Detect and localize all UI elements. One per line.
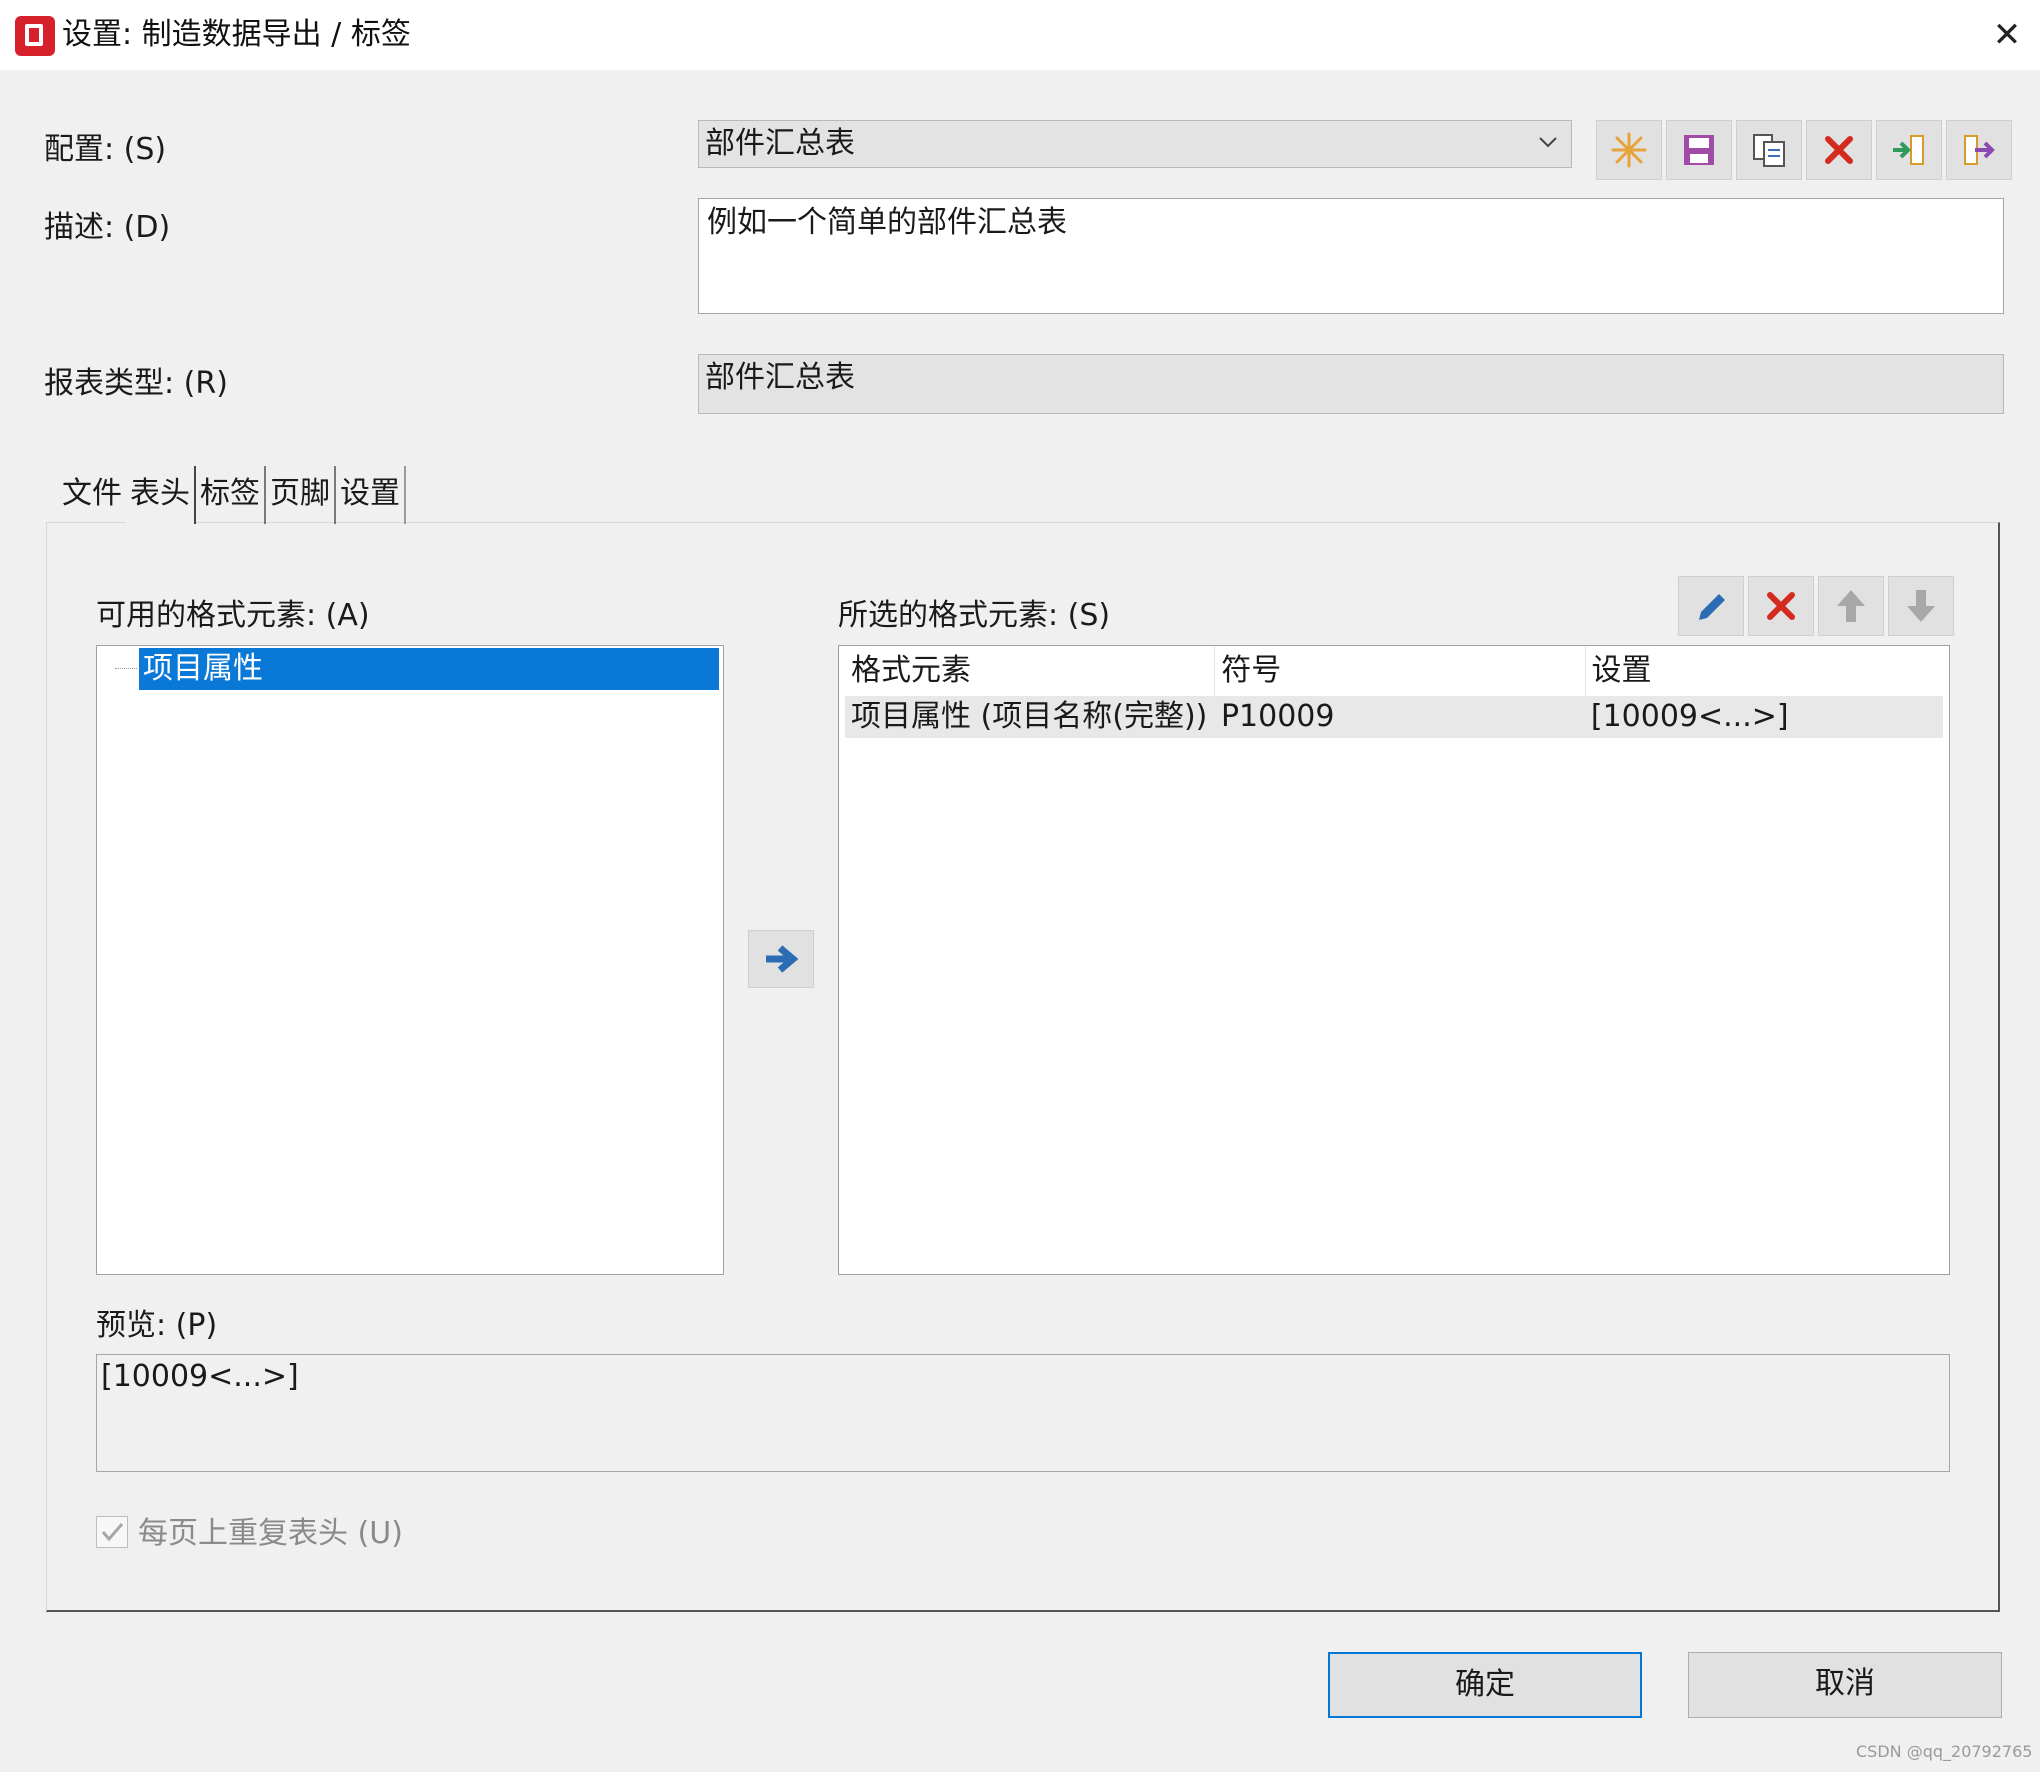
preview-box: [10009<...>] xyxy=(96,1354,1950,1472)
tree-connector xyxy=(115,668,137,669)
new-icon xyxy=(1611,132,1647,168)
watermark: CSDN @qq_20792765 xyxy=(1856,1742,2033,1761)
remove-element-button[interactable] xyxy=(1748,576,1814,636)
table-header: 格式元素 符号 设置 xyxy=(845,646,1943,696)
repeat-header-checkbox[interactable] xyxy=(96,1516,128,1548)
delete-config-button[interactable] xyxy=(1806,120,1872,180)
copy-config-button[interactable] xyxy=(1736,120,1802,180)
edit-element-button[interactable] xyxy=(1678,576,1744,636)
chevron-down-icon xyxy=(1539,137,1557,148)
tab-settings[interactable]: 设置 xyxy=(336,466,406,524)
tab-label[interactable]: 标签 xyxy=(196,466,266,524)
window-title: 设置: 制造数据导出 / 标签 xyxy=(62,17,411,52)
save-config-button[interactable] xyxy=(1666,120,1732,180)
tree-item-project-property[interactable]: 项目属性 xyxy=(139,648,719,690)
config-select[interactable]: 部件汇总表 xyxy=(698,120,1572,168)
config-value: 部件汇总表 xyxy=(705,126,855,161)
tab-footer[interactable]: 页脚 xyxy=(266,466,336,524)
move-up-button[interactable] xyxy=(1818,576,1884,636)
available-elements-label: 可用的格式元素: (A) xyxy=(96,598,370,633)
cell-element: 项目属性 (项目名称(完整)) xyxy=(851,699,1208,734)
tab-header[interactable]: 表头 xyxy=(126,466,196,524)
report-type-field: 部件汇总表 xyxy=(698,354,2004,414)
config-toolbar xyxy=(1596,120,2012,180)
new-config-button[interactable] xyxy=(1596,120,1662,180)
arrow-right-icon xyxy=(766,945,799,973)
selected-elements-table[interactable]: 格式元素 符号 设置 项目属性 (项目名称(完整)) P10009 [10009… xyxy=(838,645,1950,1275)
cancel-button[interactable]: 取消 xyxy=(1688,1652,2002,1718)
report-type-label: 报表类型: (R) xyxy=(44,366,228,401)
config-label: 配置: (S) xyxy=(44,132,167,167)
ok-button[interactable]: 确定 xyxy=(1328,1652,1642,1718)
close-icon[interactable]: ✕ xyxy=(1982,10,2032,60)
title-bar: 设置: 制造数据导出 / 标签 ✕ xyxy=(0,0,2040,70)
tab-strip: 文件 表头 标签 页脚 设置 xyxy=(58,466,406,524)
description-label: 描述: (D) xyxy=(44,210,171,245)
available-elements-tree[interactable]: 项目属性 xyxy=(96,645,724,1275)
selected-elements-label: 所选的格式元素: (S) xyxy=(838,598,1111,633)
export-config-button[interactable] xyxy=(1946,120,2012,180)
app-logo-icon xyxy=(15,16,55,56)
move-down-button[interactable] xyxy=(1888,576,1954,636)
preview-label: 预览: (P) xyxy=(96,1308,218,1343)
column-header-settings[interactable]: 设置 xyxy=(1586,646,1943,696)
column-header-element[interactable]: 格式元素 xyxy=(845,646,1216,696)
table-row[interactable]: 项目属性 (项目名称(完整)) P10009 [10009<...>] xyxy=(845,696,1943,738)
column-header-symbol[interactable]: 符号 xyxy=(1215,646,1586,696)
delete-icon xyxy=(1825,136,1853,164)
tab-file[interactable]: 文件 xyxy=(58,466,126,524)
cell-settings: [10009<...>] xyxy=(1590,699,1789,734)
move-down-icon xyxy=(1907,590,1935,622)
cell-symbol: P10009 xyxy=(1220,699,1335,734)
checkmark-icon xyxy=(101,1523,124,1542)
move-up-icon xyxy=(1837,590,1865,622)
description-input[interactable]: 例如一个简单的部件汇总表 xyxy=(698,198,2004,314)
import-icon xyxy=(1893,135,1924,165)
import-config-button[interactable] xyxy=(1876,120,1942,180)
save-icon xyxy=(1684,135,1714,165)
edit-icon xyxy=(1699,594,1725,620)
repeat-header-label: 每页上重复表头 (U) xyxy=(138,1516,403,1551)
add-element-button[interactable] xyxy=(748,930,814,988)
delete-icon xyxy=(1767,592,1795,620)
selected-toolbar xyxy=(1678,576,1954,636)
copy-icon xyxy=(1753,134,1785,167)
export-icon xyxy=(1964,135,1995,165)
